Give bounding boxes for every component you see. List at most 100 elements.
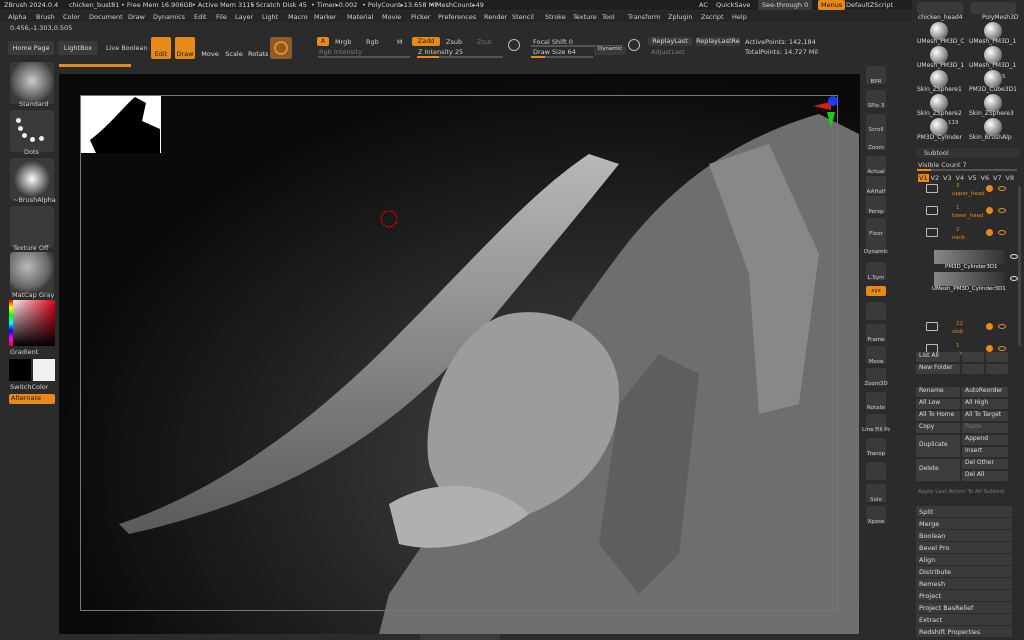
version-v7[interactable]: V7 (993, 174, 1002, 182)
version-v1[interactable]: V1 (918, 174, 929, 182)
main-color-swatch[interactable] (9, 359, 31, 381)
menu-item-zscript[interactable]: Zscript (701, 13, 724, 21)
texture-thumbnail[interactable] (10, 206, 54, 248)
all-to-target-button[interactable]: All To Target (962, 411, 1008, 421)
gear-icon[interactable] (986, 207, 993, 214)
visibility-eye-icon[interactable] (998, 346, 1006, 351)
gear-icon[interactable] (986, 323, 993, 330)
auto-reorder-button[interactable]: AutoReorder (962, 387, 1008, 397)
menu-item-edit[interactable]: Edit (194, 13, 207, 21)
rgb-intensity-slider[interactable] (318, 56, 410, 58)
axis-gizmo[interactable] (811, 92, 851, 132)
tool-label[interactable]: UMesh_PM3D_1 (969, 38, 1019, 45)
subtool-header[interactable]: Subtool (916, 148, 1020, 158)
tool-label[interactable]: Skin_ZSphere1 (917, 86, 967, 93)
tool-label[interactable]: Skin_BrushAlp (969, 134, 1019, 141)
shelf-button-spacer[interactable] (866, 462, 886, 480)
menu-item-color[interactable]: Color (63, 13, 80, 21)
zsub-toggle[interactable]: Zsub (446, 38, 462, 46)
live-boolean-button[interactable]: Live Boolean (106, 44, 148, 52)
folder-icon[interactable] (926, 228, 938, 237)
subtool-name[interactable]: PM3D_Cylinder3D1 (945, 264, 998, 270)
section-redshift-properties[interactable]: Redshift Properties (916, 626, 1012, 637)
navigator-thumbnail[interactable] (80, 95, 161, 153)
menu-item-draw[interactable]: Draw (128, 13, 145, 21)
menu-item-movie[interactable]: Movie (382, 13, 401, 21)
move-right-arrow-icon[interactable] (962, 364, 984, 374)
menu-item-file[interactable]: File (216, 13, 227, 21)
menu-item-macro[interactable]: Macro (288, 13, 308, 21)
version-v5[interactable]: V5 (968, 174, 977, 182)
scale-button[interactable]: Scale (224, 37, 244, 59)
menu-item-layer[interactable]: Layer (235, 13, 253, 21)
section-remesh[interactable]: Remesh (916, 578, 1012, 589)
version-v6[interactable]: V6 (981, 174, 990, 182)
section-split[interactable]: Split (916, 506, 1012, 517)
menus-button[interactable]: Menus (818, 0, 846, 10)
zadd-toggle[interactable]: Zadd (412, 37, 440, 46)
quicksave-button[interactable]: QuickSave (716, 1, 750, 9)
secondary-color-swatch[interactable] (33, 359, 55, 381)
subtool-scrollbar[interactable] (1018, 186, 1021, 346)
subtool-name[interactable]: neck (952, 235, 965, 241)
version-v4[interactable]: V4 (956, 174, 965, 182)
menu-item-document[interactable]: Document (89, 13, 123, 21)
section-project-basrelief[interactable]: Project BasRelief (916, 602, 1012, 613)
menu-item-stroke[interactable]: Stroke (545, 13, 566, 21)
menu-item-marker[interactable]: Marker (314, 13, 336, 21)
move-up-arrow-icon[interactable] (962, 352, 984, 362)
menu-item-dynamics[interactable]: Dynamics (153, 13, 185, 21)
all-low-button[interactable]: All Low (916, 399, 960, 409)
rgb-toggle[interactable]: Rgb (366, 38, 379, 46)
subtool-name[interactable]: UMesh_PM3D_Cylinder3D1 (932, 286, 1006, 292)
brush-thumbnail[interactable] (10, 62, 54, 104)
tool-label[interactable]: PolyMesh3D (982, 14, 1019, 21)
tool-label[interactable]: chicken_head4 (918, 14, 963, 21)
visibility-eye-icon[interactable] (998, 324, 1006, 329)
section-distribute[interactable]: Distribute (916, 566, 1012, 577)
subtool-name[interactable]: upper_head (952, 191, 985, 197)
subtool-thumbnail[interactable] (934, 250, 1004, 264)
menu-item-transform[interactable]: Transform (628, 13, 660, 21)
bottom-tray-handle[interactable] (420, 634, 500, 640)
tool-top-slot[interactable] (970, 2, 1016, 14)
section-extract[interactable]: Extract (916, 614, 1012, 625)
folder-icon[interactable] (926, 322, 938, 331)
version-v3[interactable]: V3 (943, 174, 952, 182)
lightbox-button[interactable]: LightBox (58, 41, 98, 55)
menu-item-zplugin[interactable]: Zplugin (668, 13, 693, 21)
all-to-home-button[interactable]: All To Home (916, 411, 960, 421)
menu-item-help[interactable]: Help (732, 13, 747, 21)
menu-item-texture[interactable]: Texture (573, 13, 597, 21)
del-all-button[interactable]: Del All (962, 471, 1008, 481)
list-all-button[interactable]: List All (916, 352, 960, 362)
subtool-thumbnail[interactable] (934, 272, 1004, 286)
menu-item-render[interactable]: Render (484, 13, 507, 21)
append-button[interactable]: Append (962, 435, 1008, 445)
m-toggle[interactable]: M (397, 38, 403, 46)
tool-label[interactable]: UMesh_PM3D_1 (969, 62, 1019, 69)
visibility-eye-icon[interactable] (1010, 276, 1018, 281)
stroke-thumbnail[interactable] (10, 110, 54, 152)
material-thumbnail[interactable] (10, 252, 54, 294)
alternate-button[interactable]: Alternate (9, 394, 55, 404)
folder-icon[interactable] (926, 184, 938, 193)
alpha-thumbnail[interactable] (10, 158, 54, 200)
draw-button[interactable]: Draw (175, 37, 195, 59)
section-boolean[interactable]: Boolean (916, 530, 1012, 541)
draw-size-slider[interactable] (531, 56, 593, 58)
zcut-toggle[interactable]: Zcut (477, 38, 492, 46)
gradient-label[interactable]: Gradient (10, 348, 38, 356)
replay-last-button[interactable]: ReplayLast (648, 37, 692, 46)
gear-icon[interactable] (986, 185, 993, 192)
section-bevel-pro[interactable]: Bevel Pro (916, 542, 1012, 553)
menu-item-picker[interactable]: Picker (411, 13, 430, 21)
del-other-button[interactable]: Del Other (962, 459, 1008, 469)
move-button[interactable]: Move (200, 37, 220, 59)
shelf-button-spacer[interactable] (866, 302, 886, 320)
menu-item-preferences[interactable]: Preferences (438, 13, 476, 21)
hue-strip[interactable] (9, 300, 13, 346)
tool-label[interactable]: Skin_ZSphere2 (917, 110, 967, 117)
replay-last-rel-button[interactable]: ReplayLastRel (696, 37, 740, 46)
delete-button[interactable]: Delete (916, 459, 960, 481)
